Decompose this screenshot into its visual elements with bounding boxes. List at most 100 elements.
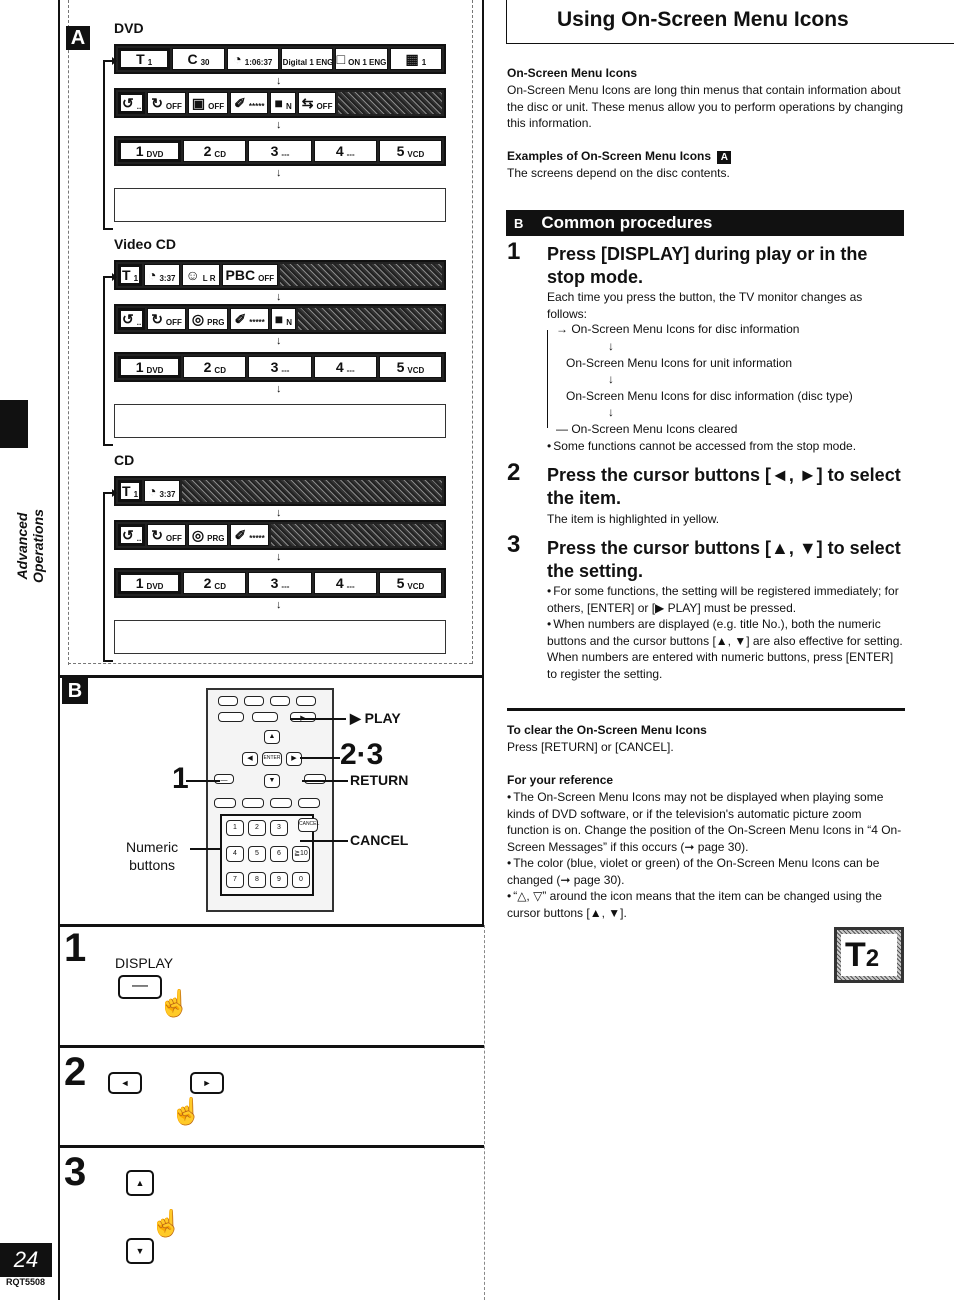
osd-cell[interactable]: T1 bbox=[118, 48, 171, 70]
down-arrow-icon: ↓ bbox=[276, 167, 282, 179]
remote-pause-button[interactable] bbox=[252, 712, 278, 722]
cancel-callout-line bbox=[300, 840, 348, 842]
osd-cell[interactable]: T1 bbox=[118, 264, 143, 286]
remote-button[interactable] bbox=[298, 798, 320, 808]
osd-cell[interactable]: 5 VCD bbox=[378, 572, 443, 594]
remote-enter-button[interactable]: ENTER bbox=[262, 752, 282, 766]
return-callout: RETURN bbox=[350, 772, 409, 788]
osd-cell[interactable]: T1 bbox=[118, 480, 143, 502]
osd-cell[interactable]: 3 --- bbox=[248, 356, 312, 378]
remote-cursor-pad[interactable]: ▲ ◀ ENTER ▶ ▼ bbox=[240, 730, 304, 790]
remote-button[interactable] bbox=[244, 696, 264, 706]
section-tag: B bbox=[514, 216, 524, 231]
osd-cell[interactable]: C 30 bbox=[172, 48, 225, 70]
osd-cell[interactable]: ✐ ***** bbox=[230, 308, 269, 330]
osd-cell[interactable]: ■ N bbox=[270, 92, 296, 114]
remote-button[interactable] bbox=[242, 798, 264, 808]
flow-item-1: → On-Screen Menu Icons for disc informat… bbox=[556, 322, 800, 336]
remote-number-button[interactable]: 2 bbox=[248, 820, 266, 836]
osd-cell[interactable]: PBC OFF bbox=[221, 264, 279, 286]
remote-number-button[interactable]: 4 bbox=[226, 846, 244, 862]
osd-cell[interactable]: ↻ OFF bbox=[147, 92, 186, 114]
left-cursor-key[interactable]: ◄ bbox=[108, 1072, 142, 1094]
osd-cell[interactable]: 1 DVD bbox=[118, 572, 182, 594]
remote-stop-button[interactable] bbox=[218, 712, 244, 722]
osd-cell[interactable]: 2 CD bbox=[183, 140, 247, 162]
osd-cell[interactable]: 4 --- bbox=[313, 140, 377, 162]
osd-cell[interactable]: ■ N bbox=[270, 308, 297, 330]
osd-cell[interactable]: ◔ 3:37 bbox=[144, 264, 180, 286]
osd-cell[interactable]: ↻ OFF bbox=[147, 524, 186, 546]
osd-cell[interactable]: ◔ 1:06:37 bbox=[226, 48, 279, 70]
osd-cell[interactable]: 2 CD bbox=[183, 572, 247, 594]
step2-bottom-rule bbox=[60, 1145, 484, 1148]
examples-tag: A bbox=[717, 151, 732, 164]
osd-cell[interactable]: ✐ ***** bbox=[230, 524, 269, 546]
osd-cell-value: OFF bbox=[208, 102, 225, 111]
remote-down-button[interactable]: ▼ bbox=[264, 774, 280, 788]
osd-cell[interactable]: 3 --- bbox=[248, 572, 312, 594]
osd-background-fill bbox=[338, 92, 442, 114]
search-icon: ✐ bbox=[234, 527, 247, 543]
remote-left-button[interactable]: ◀ bbox=[242, 752, 258, 766]
remote-button[interactable] bbox=[270, 696, 290, 706]
remote-number-button[interactable]: 5 bbox=[248, 846, 266, 862]
remote-button[interactable] bbox=[214, 798, 236, 808]
osd-cell[interactable]: 4 --- bbox=[313, 572, 377, 594]
remote-number-button[interactable]: 9 bbox=[270, 872, 288, 888]
osd-cell-value: VCD bbox=[407, 582, 425, 591]
remote-number-button[interactable]: 0 bbox=[292, 872, 310, 888]
osd-cell[interactable]: ↻ OFF bbox=[147, 308, 186, 330]
title-icon: T bbox=[122, 267, 131, 283]
subtitle-icon: □ bbox=[336, 51, 346, 67]
remote-up-button[interactable]: ▲ bbox=[264, 730, 280, 744]
osd-cell[interactable]: ↺.. bbox=[118, 524, 146, 546]
remote-button[interactable] bbox=[270, 798, 292, 808]
remote-number-button[interactable]: 3 bbox=[270, 820, 288, 836]
osd-cell[interactable]: 2 CD bbox=[183, 356, 247, 378]
osd-cell[interactable]: ✐ ***** bbox=[230, 92, 269, 114]
osd-cell[interactable]: ◎ PRG bbox=[187, 524, 229, 546]
osd-cell[interactable]: ☺DD Digital 1 ENG 3/2.1ch bbox=[280, 48, 334, 70]
osd-cell[interactable]: 1 DVD bbox=[118, 140, 182, 162]
osd-cell[interactable]: ↺.. bbox=[118, 92, 146, 114]
osd-cell[interactable]: ☺ L R bbox=[181, 264, 220, 286]
osd-cell[interactable]: ▣ OFF bbox=[187, 92, 229, 114]
remote-number-button[interactable]: 6 bbox=[270, 846, 288, 862]
osd-cell-value: VCD bbox=[407, 366, 425, 375]
remote-number-button[interactable]: ≧10 bbox=[292, 846, 310, 862]
osd-cell[interactable]: 4 --- bbox=[313, 356, 377, 378]
osd-cell[interactable]: 5 VCD bbox=[378, 356, 443, 378]
osd-cell[interactable]: ↺.. bbox=[118, 308, 146, 330]
osd-cell-value: --- bbox=[281, 582, 290, 591]
osd-cell[interactable]: ◔ 3:37 bbox=[144, 480, 180, 502]
osd-cell[interactable]: 5 VCD bbox=[378, 140, 443, 162]
remote-number-button[interactable]: 7 bbox=[226, 872, 244, 888]
remote-play-button[interactable]: ▶ bbox=[290, 712, 316, 722]
osd-cell[interactable]: 3 --- bbox=[248, 140, 312, 162]
right-cursor-key[interactable]: ► bbox=[190, 1072, 224, 1094]
down-cursor-key[interactable]: ▼ bbox=[126, 1238, 154, 1264]
flow-item-3: On-Screen Menu Icons for disc informatio… bbox=[566, 389, 853, 403]
remote-right-button[interactable]: ▶ bbox=[286, 752, 302, 766]
remote-cancel-button[interactable]: CANCEL bbox=[298, 818, 319, 832]
program-icon: ◎ bbox=[191, 311, 205, 327]
osd-cell[interactable]: ⇆ OFF bbox=[297, 92, 337, 114]
up-cursor-key[interactable]: ▲ bbox=[126, 1170, 154, 1196]
down-arrow-icon: ↓ bbox=[276, 119, 282, 131]
osd-cell[interactable]: ◎ PRG bbox=[187, 308, 229, 330]
doc-code: RQT5508 bbox=[6, 1277, 46, 1287]
remote-return-button[interactable] bbox=[304, 774, 326, 784]
remote-button[interactable] bbox=[218, 696, 238, 706]
osd-cell[interactable]: □ ON 1 ENG bbox=[335, 48, 388, 70]
step-3-title: Press the cursor buttons [▲, ▼] to selec… bbox=[547, 538, 901, 581]
remote-number-button[interactable]: 1 bbox=[226, 820, 244, 836]
osd-cell[interactable]: ▦ 1 bbox=[389, 48, 442, 70]
remote-number-button[interactable]: 8 bbox=[248, 872, 266, 888]
side-tab-marker bbox=[0, 400, 28, 448]
osd-cell[interactable]: 1 DVD bbox=[118, 356, 182, 378]
display-key[interactable]: — bbox=[118, 975, 162, 999]
remote-display-button[interactable]: — bbox=[214, 774, 234, 784]
remote-button[interactable] bbox=[296, 696, 316, 706]
osd-cell-value: 3:37 bbox=[159, 490, 176, 499]
